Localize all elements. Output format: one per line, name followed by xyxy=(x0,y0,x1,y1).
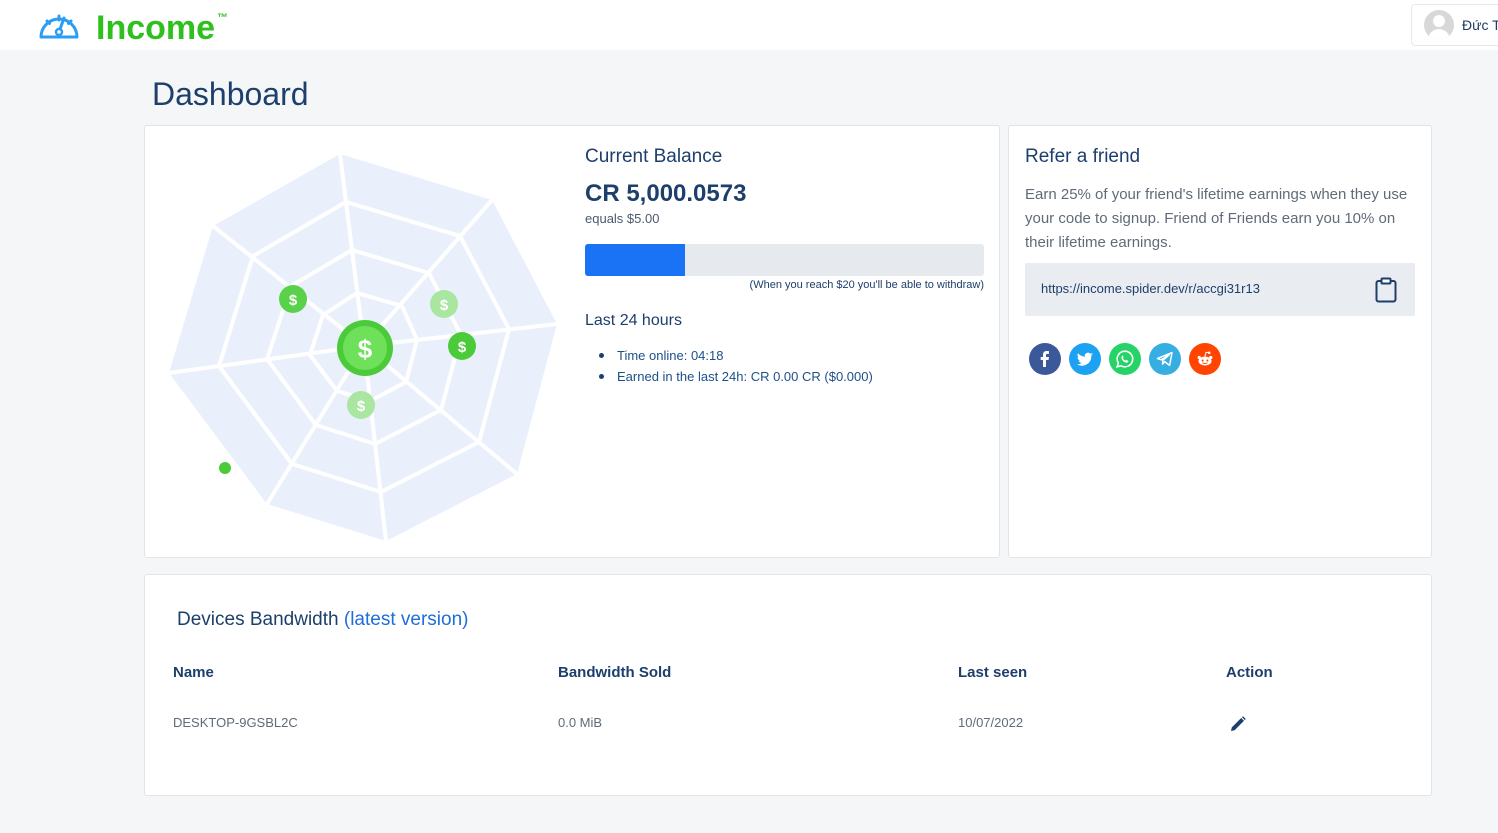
brand-logo[interactable]: Income ™ xyxy=(36,7,228,49)
svg-text:$: $ xyxy=(440,297,449,314)
last-24-hours-title: Last 24 hours xyxy=(585,312,682,329)
device-name: DESKTOP-9GSBL2C xyxy=(173,715,298,730)
devices-title-text: Devices Bandwidth xyxy=(177,609,339,630)
column-header-last-seen: Last seen xyxy=(958,664,1028,681)
list-item: Earned in the last 24h: CR 0.00 CR ($0.0… xyxy=(597,366,873,387)
column-header-bandwidth: Bandwidth Sold xyxy=(558,664,672,681)
refer-title: Refer a friend xyxy=(1025,146,1141,167)
balance-equals: equals $5.00 xyxy=(585,211,660,226)
user-name: Đức T xyxy=(1462,17,1498,33)
current-balance-title: Current Balance xyxy=(585,146,723,167)
latest-version-link[interactable]: (latest version) xyxy=(344,609,469,630)
pencil-icon[interactable] xyxy=(1229,715,1247,733)
reddit-share-button[interactable] xyxy=(1189,343,1221,375)
telegram-icon xyxy=(1156,351,1173,367)
withdraw-progress-bar xyxy=(585,244,984,276)
last-seen: 10/07/2022 xyxy=(958,715,1024,730)
balance-value: CR 5,000.0573 xyxy=(585,180,747,207)
whatsapp-share-button[interactable] xyxy=(1109,343,1141,375)
user-menu[interactable]: Đức T xyxy=(1411,4,1498,46)
avatar xyxy=(1424,10,1454,40)
last-24-hours-list: Time online: 04:18 Earned in the last 24… xyxy=(597,345,873,387)
balance-card: $ $ $ $ $ Current Balance CR 5,000.0573 … xyxy=(144,125,1000,558)
whatsapp-icon xyxy=(1116,350,1134,368)
refer-description: Earn 25% of your friend's lifetime earni… xyxy=(1025,186,1408,251)
referral-link[interactable]: https://income.spider.dev/r/accgi31r13 xyxy=(1041,281,1260,296)
referral-link-box[interactable]: https://income.spider.dev/r/accgi31r13 xyxy=(1025,263,1415,316)
progress-fill xyxy=(585,244,685,276)
telegram-share-button[interactable] xyxy=(1149,343,1181,375)
devices-bandwidth-title: Devices Bandwidth (latest version) xyxy=(177,609,468,631)
spider-web-illustration: $ $ $ $ $ xyxy=(168,153,558,542)
devices-card: Devices Bandwidth (latest version) Name … xyxy=(144,574,1432,796)
twitter-share-button[interactable] xyxy=(1069,343,1101,375)
share-buttons xyxy=(1029,343,1229,375)
list-item: Time online: 04:18 xyxy=(597,345,873,366)
page-title: Dashboard xyxy=(152,76,309,112)
reddit-icon xyxy=(1197,351,1213,366)
twitter-icon xyxy=(1077,352,1093,366)
top-navbar: Income ™ Đức T xyxy=(0,0,1498,50)
svg-text:$: $ xyxy=(458,339,467,356)
svg-text:$: $ xyxy=(358,334,373,364)
clipboard-icon[interactable] xyxy=(1374,277,1398,303)
facebook-share-button[interactable] xyxy=(1029,343,1061,375)
svg-text:$: $ xyxy=(357,398,366,415)
facebook-icon xyxy=(1040,351,1049,367)
bandwidth-sold: 0.0 MiB xyxy=(558,715,603,730)
column-header-action: Action xyxy=(1226,664,1273,681)
svg-text:$: $ xyxy=(289,292,298,309)
brand-name: Income xyxy=(96,9,216,47)
refer-card: Refer a friend Earn 25% of your friend's… xyxy=(1008,125,1432,558)
trademark-symbol: ™ xyxy=(217,12,229,24)
withdraw-note: (When you reach $20 you'll be able to wi… xyxy=(749,279,984,291)
speedometer-icon xyxy=(39,14,79,39)
column-header-name: Name xyxy=(173,664,214,681)
